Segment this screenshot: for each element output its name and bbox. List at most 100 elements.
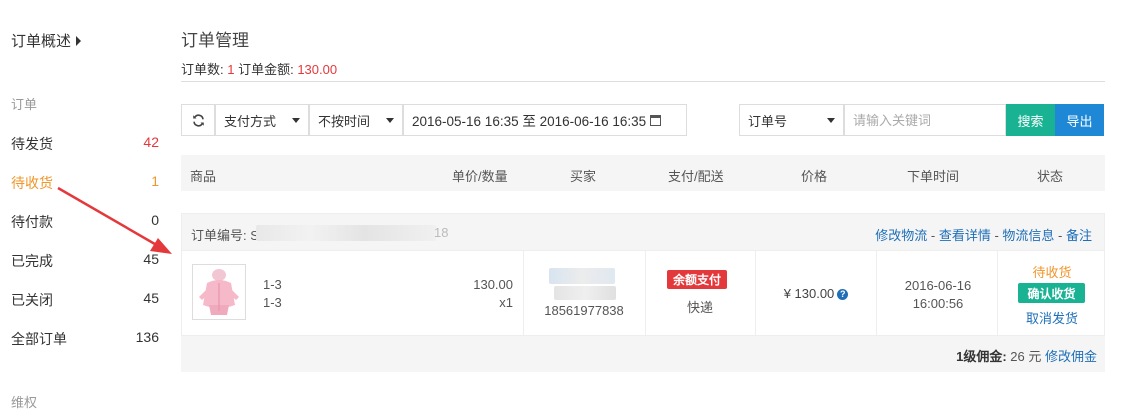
sidebar-item-pending-payment[interactable]: 待付款 0 bbox=[11, 212, 159, 232]
date-range-value: 2016-05-16 16:35 至 2016-06-16 16:35 bbox=[412, 114, 647, 129]
redacted-buyer-name bbox=[549, 268, 615, 284]
sidebar-item-label: 待发货 bbox=[11, 136, 53, 152]
keyword-input-wrapper bbox=[844, 104, 1006, 136]
order-time-cell: 2016-06-16 16:00:56 bbox=[877, 251, 998, 335]
order-datetime: 2016-06-16 16:00:56 bbox=[877, 277, 999, 313]
sidebar-item-count: 136 bbox=[135, 329, 159, 345]
unit-price: 130.00 bbox=[473, 277, 513, 292]
sku-line-2: 1-3 bbox=[263, 295, 282, 310]
refresh-button[interactable] bbox=[181, 104, 215, 136]
sidebar-item-count: 45 bbox=[143, 251, 159, 267]
order-amount: 130.00 bbox=[297, 62, 338, 77]
quantity: x1 bbox=[499, 295, 513, 310]
sidebar: 订单概述 订单 待发货 42 待收货 1 待付款 0 已完成 45 已关闭 45… bbox=[0, 0, 170, 414]
cancel-shipment-link[interactable]: 取消发货 bbox=[998, 308, 1106, 327]
payment-shipping-cell: 余额支付 快递 bbox=[646, 251, 756, 335]
price-cell: ¥ 130.00? bbox=[756, 251, 877, 335]
refresh-icon bbox=[192, 113, 204, 127]
order-price: ¥ 130.00? bbox=[756, 286, 876, 301]
buyer-phone: 18561977838 bbox=[544, 303, 624, 318]
logistics-info-link[interactable]: 物流信息 bbox=[1002, 228, 1054, 243]
sidebar-item-label: 已关闭 bbox=[11, 292, 53, 308]
status-badge: 待收货 bbox=[1032, 265, 1072, 280]
search-field-value: 订单号 bbox=[748, 113, 788, 129]
order-amount-label: 订单金额: bbox=[234, 62, 298, 77]
section-title-orders: 订单 bbox=[11, 97, 38, 112]
status-cell: 待收货 确认收货 取消发货 bbox=[998, 251, 1105, 335]
sidebar-item-closed[interactable]: 已关闭 45 bbox=[11, 290, 159, 310]
date-range-picker[interactable]: 2016-05-16 16:35 至 2016-06-16 16:35 bbox=[403, 104, 687, 136]
export-button[interactable]: 导出 bbox=[1055, 104, 1104, 136]
search-field-select[interactable]: 订单号 bbox=[739, 104, 844, 136]
edit-commission-link[interactable]: 修改佣金 bbox=[1045, 349, 1097, 364]
question-icon[interactable]: ? bbox=[837, 289, 849, 300]
payment-badge: 余额支付 bbox=[667, 270, 728, 289]
sidebar-item-count: 1 bbox=[151, 173, 159, 189]
column-header-product: 商品 bbox=[190, 169, 217, 184]
sidebar-item-count: 0 bbox=[151, 212, 159, 228]
column-header-payment-shipping: 支付/配送 bbox=[668, 169, 724, 184]
sidebar-item-completed[interactable]: 已完成 45 bbox=[11, 251, 159, 271]
search-button[interactable]: 搜索 bbox=[1006, 104, 1055, 136]
chevron-down-icon bbox=[827, 117, 835, 123]
edit-logistics-link[interactable]: 修改物流 bbox=[875, 228, 927, 243]
sidebar-item-all-orders[interactable]: 全部订单 136 bbox=[11, 329, 159, 349]
order-overview-link[interactable]: 订单概述 bbox=[11, 30, 82, 51]
product-cell: 1-3 1-3 130.00 x1 bbox=[182, 251, 524, 335]
time-mode-value: 不按时间 bbox=[318, 113, 371, 129]
product-thumbnail[interactable] bbox=[192, 264, 246, 320]
redacted-order-number bbox=[256, 225, 436, 241]
sidebar-item-pending-receipt[interactable]: 待收货 1 bbox=[11, 173, 159, 193]
sku-line-1: 1-3 bbox=[263, 277, 282, 292]
page-title: 订单管理 bbox=[181, 31, 249, 50]
payment-method-value: 支付方式 bbox=[224, 113, 277, 129]
section-title-rights: 维权 bbox=[11, 395, 38, 410]
column-header-status: 状态 bbox=[1037, 169, 1064, 184]
remark-link[interactable]: 备注 bbox=[1066, 228, 1092, 243]
order-actions: 修改物流 - 查看详情 - 物流信息 - 备注 bbox=[875, 225, 1092, 244]
time-mode-select[interactable]: 不按时间 bbox=[309, 104, 403, 136]
view-details-link[interactable]: 查看详情 bbox=[939, 228, 991, 243]
column-header-price: 价格 bbox=[801, 169, 828, 184]
redacted-buyer-detail bbox=[554, 286, 616, 300]
commission: 1级佣金: 26 元 修改佣金 bbox=[956, 346, 1097, 365]
keyword-input[interactable] bbox=[853, 112, 997, 128]
product-image bbox=[199, 269, 239, 315]
sidebar-item-pending-ship[interactable]: 待发货 42 bbox=[11, 134, 159, 154]
order-footer: 1级佣金: 26 元 修改佣金 bbox=[181, 336, 1105, 372]
sidebar-item-label: 待收货 bbox=[11, 175, 53, 191]
order-count-label: 订单数: bbox=[181, 62, 228, 77]
calendar-icon bbox=[650, 114, 662, 126]
order-date: 2016-06-16 bbox=[904, 278, 972, 293]
commission-label: 1级佣金: bbox=[956, 349, 1007, 364]
sidebar-item-label: 待付款 bbox=[11, 214, 53, 230]
divider bbox=[181, 81, 1105, 82]
column-header-buyer: 买家 bbox=[570, 169, 597, 184]
order-number-tail: 18 bbox=[434, 225, 449, 240]
filter-bar: 支付方式 不按时间 2016-05-16 16:35 至 2016-06-16 … bbox=[181, 104, 1105, 136]
column-header-order-time: 下单时间 bbox=[907, 169, 960, 184]
overview-label: 订单概述 bbox=[11, 33, 72, 50]
table-header: 商品 单价/数量 买家 支付/配送 价格 下单时间 状态 bbox=[181, 155, 1105, 191]
order-time: 16:00:56 bbox=[912, 296, 964, 311]
sidebar-item-count: 45 bbox=[143, 290, 159, 306]
sidebar-item-count: 42 bbox=[143, 134, 159, 150]
caret-right-icon bbox=[76, 35, 82, 46]
link-separator: - bbox=[927, 228, 939, 243]
table-row: 1-3 1-3 130.00 x1 18561977838 余额支付 快递 ¥ … bbox=[181, 251, 1105, 336]
column-header-unit-price-qty: 单价/数量 bbox=[452, 169, 508, 184]
chevron-down-icon bbox=[386, 117, 394, 123]
confirm-receipt-button[interactable]: 确认收货 bbox=[1018, 283, 1085, 303]
order-header: 订单编号: SH 18 修改物流 - 查看详情 - 物流信息 - 备注 bbox=[181, 213, 1105, 251]
order-price-value: ¥ 130.00 bbox=[783, 286, 835, 301]
payment-method-select[interactable]: 支付方式 bbox=[215, 104, 309, 136]
chevron-down-icon bbox=[292, 117, 300, 123]
buyer-cell: 18561977838 bbox=[524, 251, 646, 335]
order-summary: 订单数: 1 订单金额: 130.00 bbox=[181, 59, 337, 78]
sidebar-item-label: 已完成 bbox=[11, 253, 53, 269]
shipping-method: 快递 bbox=[686, 300, 713, 315]
commission-value: 26 元 bbox=[1006, 349, 1045, 364]
sidebar-item-label: 全部订单 bbox=[11, 331, 67, 347]
link-separator: - bbox=[1054, 228, 1066, 243]
link-separator: - bbox=[990, 228, 1003, 243]
